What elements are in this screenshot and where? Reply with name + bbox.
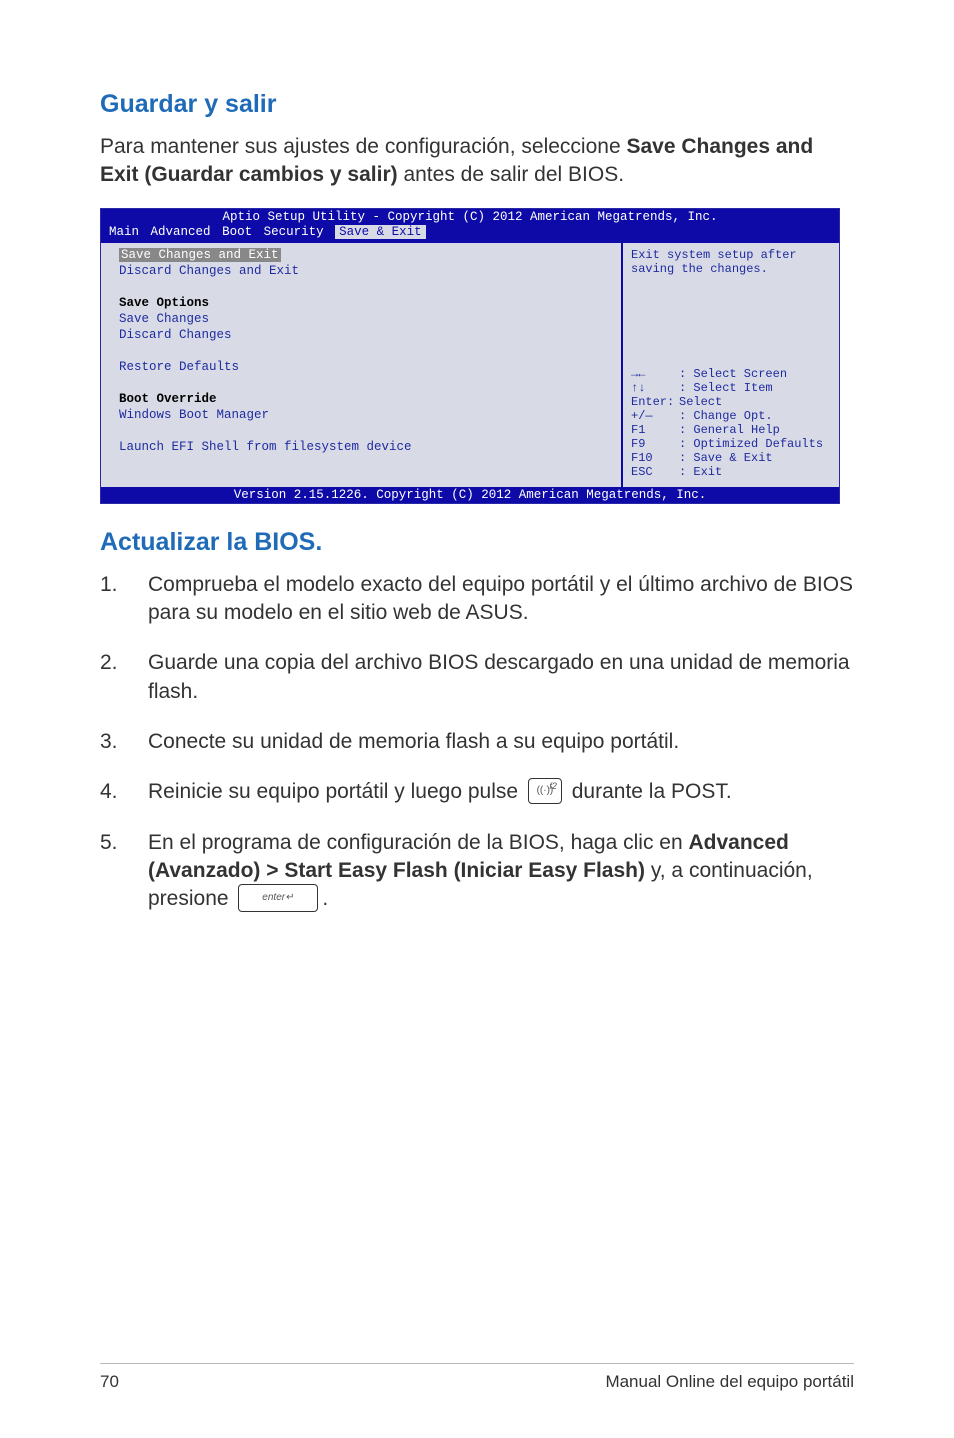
key-desc: : Save & Exit	[679, 451, 773, 465]
bios-tabs: Main Advanced Boot Security Save & Exit	[101, 225, 839, 241]
bios-header: Aptio Setup Utility - Copyright (C) 2012…	[101, 209, 839, 241]
key-f9: F9	[631, 437, 679, 451]
bios-right-pane: Exit system setup after saving the chang…	[621, 243, 839, 487]
list-text: Comprueba el modelo exacto del equipo po…	[148, 571, 854, 628]
ordered-list: 1. Comprueba el modelo exacto del equipo…	[100, 571, 854, 914]
bios-tab-main[interactable]: Main	[109, 225, 139, 239]
bios-key-legend: →←: Select Screen ↑↓: Select Item Enter:…	[631, 367, 831, 479]
list-text-post: durante la POST.	[572, 780, 732, 803]
keycap-enter: enter	[238, 884, 318, 912]
bios-screenshot: Aptio Setup Utility - Copyright (C) 2012…	[100, 208, 840, 504]
list-item: 1. Comprueba el modelo exacto del equipo…	[100, 571, 854, 628]
key-f1: F1	[631, 423, 679, 437]
bios-item-launch-efi-shell[interactable]: Launch EFI Shell from filesystem device	[119, 439, 611, 455]
key-desc: : Exit	[679, 465, 722, 479]
heading-save-exit: Guardar y salir	[100, 90, 854, 119]
list-number: 4.	[100, 778, 148, 806]
key-desc: : Optimized Defaults	[679, 437, 823, 451]
key-plusminus: +/—	[631, 409, 679, 423]
bios-heading-save-options: Save Options	[119, 295, 611, 311]
bios-tab-boot[interactable]: Boot	[222, 225, 252, 239]
bios-item-save-changes-exit[interactable]: Save Changes and Exit	[119, 248, 281, 262]
list-text: Conecte su unidad de memoria flash a su …	[148, 728, 854, 756]
list-text-pre: Reinicie su equipo portátil y luego puls…	[148, 780, 524, 803]
para-save-exit: Para mantener sus ajustes de configuraci…	[100, 133, 854, 190]
list-number: 1.	[100, 571, 148, 628]
list-item: 4. Reinicie su equipo portátil y luego p…	[100, 778, 854, 806]
para-text: Para mantener sus ajustes de configuraci…	[100, 135, 626, 158]
bios-help-line2: saving the changes.	[631, 262, 831, 276]
list-item: 2. Guarde una copia del archivo BIOS des…	[100, 649, 854, 706]
bios-item-save-changes[interactable]: Save Changes	[119, 311, 611, 327]
key-enter: Enter:	[631, 395, 679, 409]
list-text: Reinicie su equipo portátil y luego puls…	[148, 778, 854, 806]
bios-title: Aptio Setup Utility - Copyright (C) 2012…	[101, 209, 839, 225]
bios-tab-save-exit[interactable]: Save & Exit	[335, 225, 426, 239]
list-number: 2.	[100, 649, 148, 706]
key-desc: : Select Screen	[679, 367, 787, 381]
bios-heading-boot-override: Boot Override	[119, 391, 611, 407]
list-text: Guarde una copia del archivo BIOS descar…	[148, 649, 854, 706]
list-number: 5.	[100, 829, 148, 914]
bios-item-discard-changes[interactable]: Discard Changes	[119, 327, 611, 343]
key-arrows-ud: ↑↓	[631, 381, 679, 395]
f2-label: f2	[549, 780, 557, 792]
bios-footer: Version 2.15.1226. Copyright (C) 2012 Am…	[101, 487, 839, 503]
heading-update-bios: Actualizar la BIOS.	[100, 528, 854, 557]
keycap-f2: ((·)) f2	[528, 778, 562, 804]
footer-label: Manual Online del equipo portátil	[605, 1372, 854, 1392]
list-item: 5. En el programa de configuración de la…	[100, 829, 854, 914]
list-text: En el programa de configuración de la BI…	[148, 829, 854, 914]
key-esc: ESC	[631, 465, 679, 479]
bios-item-discard-exit[interactable]: Discard Changes and Exit	[119, 263, 611, 279]
bios-help-text: Exit system setup after saving the chang…	[631, 247, 831, 367]
list-item: 3. Conecte su unidad de memoria flash a …	[100, 728, 854, 756]
key-desc: Select	[679, 395, 722, 409]
key-f10: F10	[631, 451, 679, 465]
key-desc: : Change Opt.	[679, 409, 773, 423]
page-footer: 70 Manual Online del equipo portátil	[100, 1363, 854, 1392]
list-text-pre: En el programa de configuración de la BI…	[148, 831, 688, 854]
page-number: 70	[100, 1372, 119, 1392]
key-desc: : Select Item	[679, 381, 773, 395]
list-text-post: .	[322, 887, 328, 910]
list-number: 3.	[100, 728, 148, 756]
para-text-post: antes de salir del BIOS.	[398, 163, 624, 186]
bios-item-restore-defaults[interactable]: Restore Defaults	[119, 359, 611, 375]
bios-left-pane: Save Changes and Exit Discard Changes an…	[101, 243, 621, 487]
bios-item-windows-boot-manager[interactable]: Windows Boot Manager	[119, 407, 611, 423]
bios-tab-advanced[interactable]: Advanced	[151, 225, 211, 239]
key-arrows-lr: →←	[631, 367, 679, 381]
bios-help-line1: Exit system setup after	[631, 248, 831, 262]
bios-body: Save Changes and Exit Discard Changes an…	[101, 241, 839, 487]
enter-label: enter	[262, 891, 294, 905]
key-desc: : General Help	[679, 423, 780, 437]
bios-tab-security[interactable]: Security	[264, 225, 324, 239]
